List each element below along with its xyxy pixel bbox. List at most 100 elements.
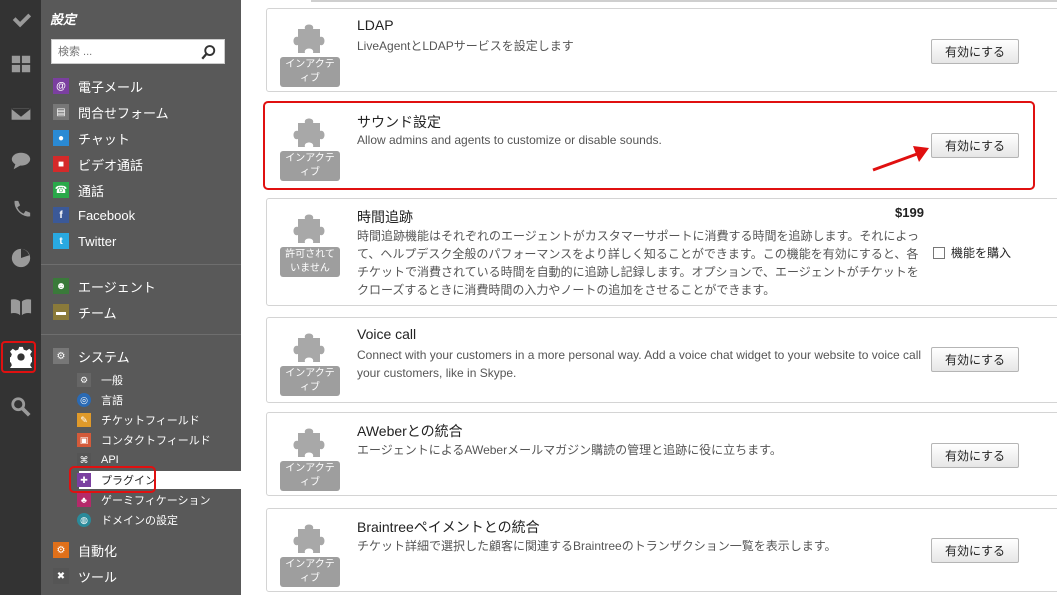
- sidebar-sub-gamification[interactable]: ♣ ゲーミフィケーション: [77, 491, 211, 509]
- check-icon[interactable]: [0, 0, 41, 40]
- activate-button[interactable]: 有効にする: [931, 39, 1019, 64]
- plugin-title: 時間追跡: [357, 209, 413, 225]
- contact-fields-icon: ▣: [77, 433, 91, 447]
- status-badge: インアクティブ: [280, 57, 340, 87]
- call-icon: ☎: [53, 182, 69, 198]
- ticket-fields-icon: ✎: [77, 413, 91, 427]
- plugin-card-voice-call: インアクティブ Voice call Connect with your cus…: [266, 317, 1057, 403]
- sidebar-item-email[interactable]: @ 電子メール: [53, 76, 143, 96]
- plugin-title: AWeberとの統合: [357, 423, 463, 439]
- sidebar-item-chat[interactable]: ● チャット: [53, 128, 130, 148]
- plugin-status: インアクティブ: [280, 328, 340, 398]
- plugin-title: LDAP: [357, 17, 394, 33]
- activate-button[interactable]: 有効にする: [931, 443, 1019, 468]
- search-icon[interactable]: [200, 43, 218, 61]
- plugin-status: インアクティブ: [280, 519, 340, 589]
- sidebar-sub-language[interactable]: ◎ 言語: [77, 391, 123, 409]
- activate-button[interactable]: 有効にする: [931, 133, 1019, 158]
- plugin-description: Allow admins and agents to customize or …: [357, 133, 662, 147]
- plugin-card-ldap: インアクティブ LDAP LiveAgentとLDAPサービスを設定します 有効…: [266, 8, 1057, 92]
- reports-icon[interactable]: [0, 238, 41, 278]
- plugin-description: エージェントによるAWeberメールマガジン購読の管理と追跡に役に立ちます。: [357, 443, 782, 457]
- settings-sidebar: 設定 @電子メール ▤問合せフォーム ●チャット ■ビデオ通話 ☎通話 fFac…: [41, 0, 241, 595]
- sidebar-item-video-call[interactable]: ■ ビデオ通話: [53, 154, 143, 174]
- icon-rail: [0, 0, 41, 595]
- status-badge: 許可されていません: [280, 247, 340, 277]
- sidebar-sub-domain[interactable]: ◍ ドメインの設定: [77, 511, 178, 529]
- system-gear-icon: ⚙: [53, 348, 69, 364]
- plugin-card-braintree: インアクティブ Braintreeペイメントとの統合 チケット詳細で選択した顧客…: [266, 508, 1057, 592]
- arrow-annotation-icon: [872, 146, 929, 172]
- plugins-main: インアクティブ LDAP LiveAgentとLDAPサービスを設定します 有効…: [241, 0, 1057, 595]
- api-icon: ⌘: [77, 453, 91, 467]
- top-divider: [311, 0, 1057, 2]
- sidebar-item-twitter[interactable]: t Twitter: [53, 231, 116, 251]
- tools-icon: ✖: [53, 568, 69, 584]
- buy-feature[interactable]: 機能を購入: [933, 244, 1011, 261]
- price-label: $199: [895, 205, 924, 220]
- plugin-card-time-tracking: 許可されていません 時間追跡 $199 時間追跡機能はそれぞれのエージェントがカ…: [266, 198, 1057, 306]
- phone-icon[interactable]: [0, 190, 41, 230]
- sidebar-item-automation[interactable]: ⚙ 自動化: [53, 540, 117, 560]
- plugin-status: インアクティブ: [280, 113, 340, 183]
- search-icon[interactable]: [0, 387, 41, 427]
- chat-icon[interactable]: [0, 141, 41, 181]
- sidebar-title: 設定: [50, 12, 77, 27]
- facebook-icon: f: [53, 207, 69, 223]
- sidebar-divider: [41, 264, 241, 265]
- puzzle-icon: [293, 24, 325, 53]
- email-icon: @: [53, 78, 69, 94]
- puzzle-icon: [293, 524, 325, 553]
- sidebar-sub-ticket-fields[interactable]: ✎ チケットフィールド: [77, 411, 200, 429]
- sidebar-sub-general[interactable]: ⚙ 一般: [77, 371, 123, 389]
- status-badge: インアクティブ: [280, 151, 340, 181]
- chat-icon: ●: [53, 130, 69, 146]
- knowledgebase-icon[interactable]: [0, 287, 41, 327]
- plugin-status: インアクティブ: [280, 19, 340, 89]
- video-call-icon: ■: [53, 156, 69, 172]
- status-badge: インアクティブ: [280, 366, 340, 396]
- sidebar-item-teams[interactable]: ▬ チーム: [53, 302, 117, 322]
- sidebar-item-agents[interactable]: ☻ エージェント: [53, 276, 156, 296]
- settings-highlight: [1, 341, 36, 373]
- plugin-status: 許可されていません: [280, 209, 340, 279]
- plugin-title: サウンド設定: [357, 114, 441, 130]
- plugin-card-aweber: インアクティブ AWeberとの統合 エージェントによるAWeberメールマガジ…: [266, 412, 1057, 496]
- activate-button[interactable]: 有効にする: [931, 347, 1019, 372]
- plugin-description: Connect with your customers in a more pe…: [357, 348, 922, 380]
- puzzle-icon: [293, 428, 325, 457]
- puzzle-icon: [293, 214, 325, 243]
- sidebar-item-tools[interactable]: ✖ ツール: [53, 566, 117, 586]
- general-icon: ⚙: [77, 373, 91, 387]
- agents-icon: ☻: [53, 278, 69, 294]
- sidebar-divider: [41, 334, 241, 335]
- buy-checkbox[interactable]: [933, 246, 945, 259]
- sidebar-sub-contact-fields[interactable]: ▣ コンタクトフィールド: [77, 431, 211, 449]
- search-input[interactable]: [52, 40, 192, 63]
- status-badge: インアクティブ: [280, 461, 340, 491]
- sidebar-search: [51, 39, 225, 64]
- activate-button[interactable]: 有効にする: [931, 538, 1019, 563]
- sidebar-item-call[interactable]: ☎ 通話: [53, 180, 104, 200]
- dashboard-icon[interactable]: [0, 44, 41, 84]
- plugin-description: 時間追跡機能はそれぞれのエージェントがカスタマーサポートに消費する時間を追跡しま…: [357, 229, 919, 297]
- twitter-icon: t: [53, 233, 69, 249]
- puzzle-icon: [293, 333, 325, 362]
- plugin-description: LiveAgentとLDAPサービスを設定します: [357, 39, 574, 53]
- automation-icon: ⚙: [53, 542, 69, 558]
- status-badge: インアクティブ: [280, 557, 340, 587]
- plugin-status: インアクティブ: [280, 423, 340, 493]
- plugin-title: Braintreeペイメントとの統合: [357, 519, 540, 535]
- sidebar-item-contact-form[interactable]: ▤ 問合せフォーム: [53, 102, 169, 122]
- plugin-title: Voice call: [357, 326, 417, 342]
- plugin-description: チケット詳細で選択した顧客に関連するBraintreeのトランザクション一覧を表…: [357, 539, 837, 553]
- language-icon: ◎: [77, 393, 91, 407]
- sidebar-item-system[interactable]: ⚙ システム: [53, 346, 130, 366]
- plugins-highlight: [69, 466, 156, 493]
- sidebar-item-facebook[interactable]: f Facebook: [53, 205, 135, 225]
- domain-icon: ◍: [77, 513, 91, 527]
- gamification-icon: ♣: [77, 493, 91, 507]
- teams-icon: ▬: [53, 304, 69, 320]
- puzzle-icon: [293, 118, 325, 147]
- mail-icon[interactable]: [0, 94, 41, 134]
